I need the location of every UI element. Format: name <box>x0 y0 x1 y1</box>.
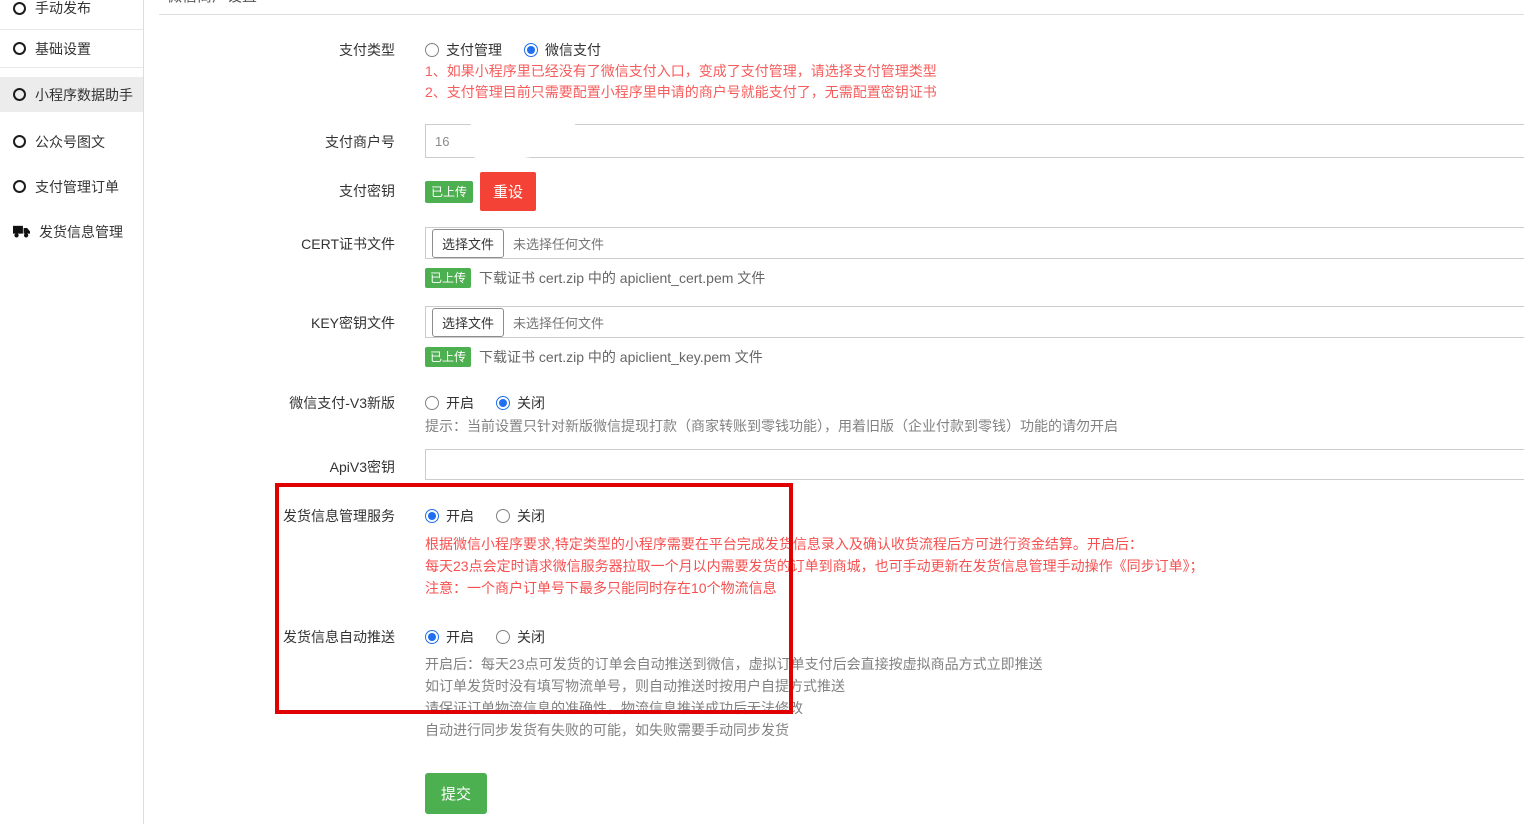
apiv3-key-label: ApiV3密钥 <box>145 449 425 477</box>
uploaded-badge: 已上传 <box>425 347 471 367</box>
sidebar-item-label: 发货信息管理 <box>39 222 123 242</box>
radio-icon[interactable] <box>496 630 510 644</box>
radio-icon[interactable] <box>496 509 510 523</box>
key-file-input[interactable]: 选择文件 未选择任何文件 <box>425 306 1524 338</box>
submit-button[interactable]: 提交 <box>425 773 487 814</box>
row-cert-file: CERT证书文件 选择文件 未选择任何文件 已上传 下载证书 cert.zip … <box>145 227 1524 288</box>
circle-icon <box>13 135 26 148</box>
main-content: 微信商户设置 支付类型 支付管理 微信支付 1、如果小程序里已经没有了微信支付入… <box>145 0 1524 824</box>
sidebar-item-label: 公众号图文 <box>35 132 105 152</box>
radio-label: 关闭 <box>517 627 545 647</box>
radio-label: 开启 <box>446 627 474 647</box>
settings-form: 支付类型 支付管理 微信支付 1、如果小程序里已经没有了微信支付入口，变成了支付… <box>145 15 1524 814</box>
merchant-id-input[interactable] <box>425 124 1524 158</box>
row-delivery-push: 发货信息自动推送 开启 关闭 开启后：每天23点可发货的订单会自动推送到微信，虚… <box>145 627 1524 741</box>
radio-pay-management[interactable]: 支付管理 <box>425 40 502 60</box>
delivery-push-hint-3: 请保证订单物流信息的准确性，物流信息推送成功后无法修改 <box>425 697 1524 719</box>
wxpay-v3-label: 微信支付-V3新版 <box>145 393 425 413</box>
radio-v3-on[interactable]: 开启 <box>425 393 474 413</box>
page-title: 微信商户设置 <box>159 0 1524 6</box>
row-pay-type: 支付类型 支付管理 微信支付 1、如果小程序里已经没有了微信支付入口，变成了支付… <box>145 40 1524 102</box>
sidebar-item-label: 支付管理订单 <box>35 177 119 197</box>
uploaded-badge: 已上传 <box>425 181 473 203</box>
radio-icon-checked[interactable] <box>425 630 439 644</box>
cert-file-label: CERT证书文件 <box>145 227 425 254</box>
radio-label: 关闭 <box>517 506 545 526</box>
uploaded-badge: 已上传 <box>425 268 471 288</box>
radio-icon-checked[interactable] <box>496 396 510 410</box>
radio-delivery-push-on[interactable]: 开启 <box>425 627 474 647</box>
radio-label: 微信支付 <box>545 40 601 60</box>
radio-icon-checked[interactable] <box>524 43 538 57</box>
pay-key-label: 支付密钥 <box>145 172 425 201</box>
row-pay-key: 支付密钥 已上传重设 <box>145 172 1524 211</box>
title-bar: 微信商户设置 <box>159 0 1524 15</box>
cert-file-hint: 下载证书 cert.zip 中的 apiclient_cert.pem 文件 <box>479 268 765 288</box>
circle-icon <box>13 88 26 101</box>
radio-label: 开启 <box>446 393 474 413</box>
radio-label: 支付管理 <box>446 40 502 60</box>
sidebar-item-shipping-info[interactable]: 发货信息管理 <box>0 214 143 249</box>
row-submit: 提交 <box>145 773 1524 814</box>
no-file-text: 未选择任何文件 <box>513 313 604 332</box>
radio-v3-off[interactable]: 关闭 <box>496 393 545 413</box>
circle-icon <box>13 2 26 15</box>
sidebar-item-label: 基础设置 <box>35 39 91 59</box>
reset-key-button[interactable]: 重设 <box>480 172 536 211</box>
pay-type-note-1: 1、如果小程序里已经没有了微信支付入口，变成了支付管理，请选择支付管理类型 <box>425 61 1524 81</box>
radio-delivery-service-off[interactable]: 关闭 <box>496 506 545 526</box>
delivery-service-note-1: 根据微信小程序要求,特定类型的小程序需要在平台完成发货信息录入及确认收货流程后方… <box>425 533 1524 555</box>
cert-file-input[interactable]: 选择文件 未选择任何文件 <box>425 227 1524 259</box>
circle-icon <box>13 180 26 193</box>
radio-label: 关闭 <box>517 393 545 413</box>
row-apiv3-key: ApiV3密钥 <box>145 449 1524 480</box>
sidebar-item-label: 小程序数据助手 <box>35 85 133 105</box>
choose-file-button[interactable]: 选择文件 <box>432 308 504 337</box>
delivery-push-hint-4: 自动进行同步发货有失败的可能，如失败需要手动同步发货 <box>425 719 1524 741</box>
pay-type-note-2: 2、支付管理目前只需要配置小程序里申请的商户号就能支付了，无需配置密钥证书 <box>425 82 1524 102</box>
delivery-push-label: 发货信息自动推送 <box>145 627 425 647</box>
key-file-hint: 下载证书 cert.zip 中的 apiclient_key.pem 文件 <box>479 347 763 367</box>
radio-icon[interactable] <box>425 43 439 57</box>
no-file-text: 未选择任何文件 <box>513 234 604 253</box>
row-key-file: KEY密钥文件 选择文件 未选择任何文件 已上传 下载证书 cert.zip 中… <box>145 306 1524 367</box>
merchant-id-label: 支付商户号 <box>145 124 425 152</box>
delivery-service-note-3: 注意：一个商户订单号下最多只能同时存在10个物流信息 <box>425 577 1524 599</box>
sidebar-item-manual-publish[interactable]: 手动发布 <box>0 0 143 30</box>
apiv3-key-input[interactable] <box>425 449 1524 480</box>
radio-wechat-pay[interactable]: 微信支付 <box>524 40 601 60</box>
wxpay-v3-hint: 提示：当前设置只针对新版微信提现打款（商家转账到零钱功能），用着旧版（企业付款到… <box>425 416 1524 437</box>
delivery-service-label: 发货信息管理服务 <box>145 506 425 526</box>
radio-icon-checked[interactable] <box>425 509 439 523</box>
sidebar-item-official-account-articles[interactable]: 公众号图文 <box>0 124 143 159</box>
row-wxpay-v3: 微信支付-V3新版 开启 关闭 提示：当前设置只针对新版微信提现打款（商家转账到… <box>145 393 1524 437</box>
radio-icon[interactable] <box>425 396 439 410</box>
radio-delivery-service-on[interactable]: 开启 <box>425 506 474 526</box>
sidebar-item-miniprogram-data-assistant[interactable]: 小程序数据助手 <box>0 77 143 112</box>
radio-label: 开启 <box>446 506 474 526</box>
row-delivery-service: 发货信息管理服务 开启 关闭 根据微信小程序要求,特定类型的小程序需要在平台完成… <box>145 506 1524 599</box>
row-merchant-id: 支付商户号 <box>145 124 1524 158</box>
sidebar-item-basic-settings[interactable]: 基础设置 <box>0 30 143 68</box>
delivery-service-note-2: 每天23点会定时请求微信服务器拉取一个月以内需要发货的订单到商城，也可手动更新在… <box>425 555 1524 577</box>
key-file-label: KEY密钥文件 <box>145 306 425 333</box>
delivery-push-hint-1: 开启后：每天23点可发货的订单会自动推送到微信，虚拟订单支付后会直接按虚拟商品方… <box>425 653 1524 675</box>
delivery-push-hint-2: 如订单发货时没有填写物流单号，则自动推送时按用户自提方式推送 <box>425 675 1524 697</box>
choose-file-button[interactable]: 选择文件 <box>432 229 504 258</box>
radio-delivery-push-off[interactable]: 关闭 <box>496 627 545 647</box>
sidebar-item-payment-orders[interactable]: 支付管理订单 <box>0 169 143 204</box>
circle-icon <box>13 42 26 55</box>
truck-icon <box>13 225 30 238</box>
sidebar-item-label: 手动发布 <box>35 0 91 18</box>
pay-type-label: 支付类型 <box>145 40 425 60</box>
sidebar: 手动发布 基础设置 小程序数据助手 公众号图文 支付管理订单 发货信息管理 <box>0 0 144 824</box>
